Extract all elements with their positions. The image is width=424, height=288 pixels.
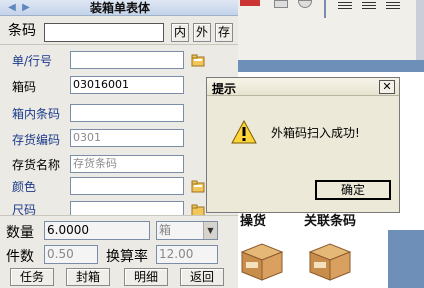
dialog-title-bar: 提示 ✕	[207, 78, 399, 96]
box-code-input[interactable]: 03016001	[70, 76, 184, 94]
outer-button[interactable]: 外	[193, 23, 211, 42]
window-title: 装箱单表体	[89, 1, 150, 15]
inventory-name-input[interactable]: 存货条码	[70, 155, 184, 173]
rate-input[interactable]: 12.00	[156, 245, 218, 264]
title-bar: ◀ ▶ 装箱单表体	[0, 0, 238, 16]
quantity-label: 数量	[6, 225, 34, 241]
folder-icon[interactable]	[191, 203, 205, 215]
box-icon[interactable]	[306, 238, 354, 282]
seal-box-button[interactable]: 封箱	[66, 268, 110, 286]
box-icon[interactable]	[238, 238, 286, 282]
inner-button[interactable]: 内	[171, 23, 189, 42]
order-line-input[interactable]	[70, 51, 184, 69]
rate-label: 换算率	[106, 249, 148, 265]
inventory-code-label: 存货编码	[12, 133, 61, 147]
prev-arrow-icon[interactable]: ◀	[6, 2, 18, 14]
size-label: 尺码	[12, 203, 37, 215]
inventory-name-label: 存货名称	[12, 158, 61, 172]
inner-barcode-label: 箱内条码	[12, 107, 61, 121]
color-label: 颜色	[12, 180, 37, 194]
barcode-input[interactable]	[44, 23, 164, 42]
pieces-label: 件数	[6, 249, 34, 265]
align-left-icon	[338, 2, 352, 3]
folder-icon[interactable]	[191, 53, 205, 67]
next-arrow-icon[interactable]: ▶	[20, 2, 32, 14]
size-row-clip: 尺码	[0, 201, 238, 215]
message-dialog: 提示 ✕ 外箱码扫入成功! 确定	[206, 77, 400, 213]
zoom-icon	[298, 0, 312, 8]
toolbar-fragment	[240, 0, 260, 6]
align-center-icon	[362, 2, 376, 3]
ok-button[interactable]: 确定	[315, 180, 391, 200]
unit-select[interactable]: 箱 ▼	[156, 221, 218, 240]
panel-edge	[388, 230, 424, 288]
save-button[interactable]: 存	[215, 23, 233, 42]
return-button[interactable]: 返回	[180, 268, 224, 286]
size-input[interactable]	[70, 201, 184, 215]
close-icon[interactable]: ✕	[379, 80, 395, 94]
unit-value: 箱	[159, 223, 172, 237]
inner-barcode-input[interactable]	[70, 104, 184, 122]
background-toolbar	[238, 0, 424, 60]
folder-icon[interactable]	[191, 179, 205, 193]
divider	[0, 44, 238, 45]
task-button[interactable]: 任务	[10, 268, 54, 286]
align-right-icon	[386, 2, 400, 3]
inventory-code-input[interactable]: 0301	[70, 129, 184, 147]
left-panel: ◀ ▶ 装箱单表体 条码 内 外 存 单/行号 箱码 03016001 箱内条码…	[0, 0, 238, 288]
divider	[324, 0, 326, 18]
order-line-label: 单/行号	[12, 54, 53, 68]
scrollbar[interactable]	[416, 0, 424, 60]
panel-header	[238, 60, 424, 72]
chevron-down-icon[interactable]: ▼	[203, 222, 217, 239]
box-code-label: 箱码	[12, 80, 37, 94]
dialog-title: 提示	[212, 82, 237, 96]
divider	[0, 215, 238, 216]
barcode-label: 条码	[8, 23, 36, 39]
color-input[interactable]	[70, 177, 184, 195]
font-icon	[274, 0, 288, 8]
quantity-input[interactable]: 6.0000	[44, 221, 150, 240]
detail-button[interactable]: 明细	[124, 268, 168, 286]
dialog-message: 外箱码扫入成功!	[271, 126, 360, 140]
pieces-input[interactable]: 0.50	[44, 245, 98, 264]
warning-icon	[231, 120, 257, 144]
